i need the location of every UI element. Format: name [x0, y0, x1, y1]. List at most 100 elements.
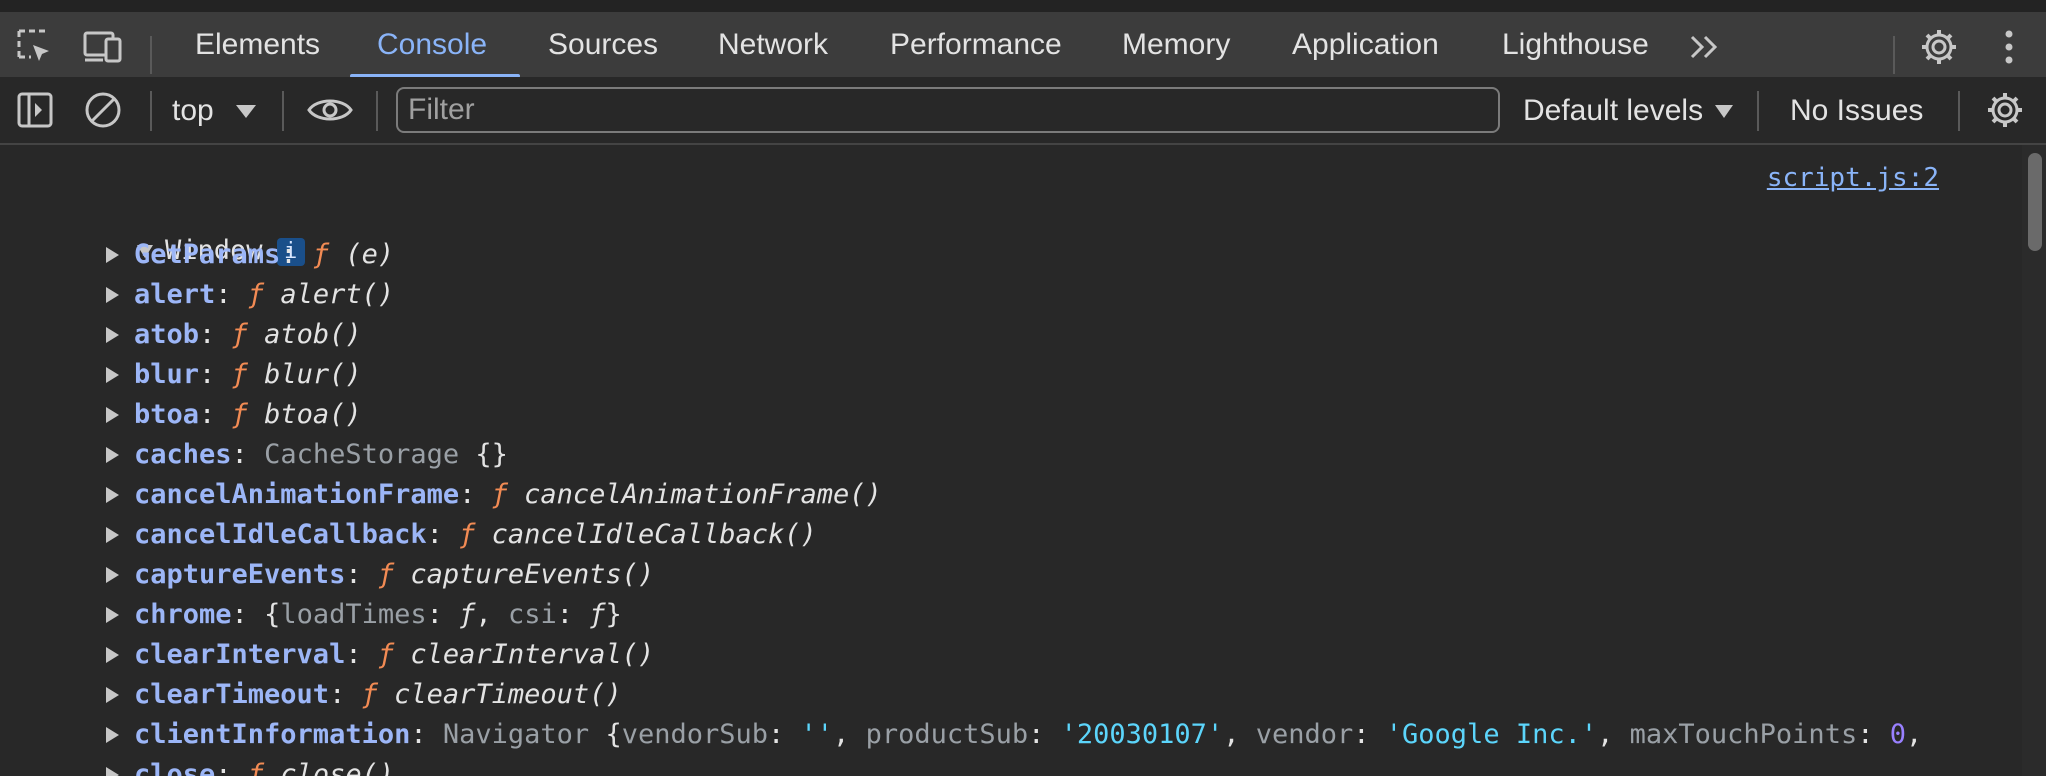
object-property-row[interactable]: cancelAnimationFrame: ƒ cancelAnimationF…	[106, 477, 882, 513]
preview-value: ƒ	[459, 599, 476, 630]
property-value: atob()	[264, 319, 362, 350]
property-key: atob	[134, 319, 200, 350]
collapsed-triangle-icon	[106, 767, 119, 776]
object-property-row[interactable]: caches: CacheStorage {}	[106, 437, 508, 473]
preview-string: '20030107'	[1060, 719, 1224, 750]
function-marker: ƒ	[247, 759, 265, 776]
scrollbar-thumb[interactable]	[2028, 153, 2042, 251]
function-marker: ƒ	[231, 359, 248, 390]
toolbar-divider	[1757, 91, 1759, 131]
function-marker: ƒ	[247, 279, 265, 310]
property-value: (e)	[345, 239, 395, 270]
preview-number: 0	[1889, 719, 1906, 750]
property-value: alert()	[280, 279, 395, 310]
object-property-row[interactable]: clearTimeout: ƒ clearTimeout()	[106, 677, 622, 713]
object-type: CacheStorage	[264, 439, 460, 470]
function-marker: ƒ	[361, 679, 378, 710]
object-property-row[interactable]: clearInterval: ƒ clearInterval()	[106, 637, 654, 673]
toolbar-divider	[150, 91, 152, 131]
issues-counter[interactable]: No Issues	[1790, 77, 1923, 145]
function-marker: ƒ	[231, 319, 248, 350]
property-value: captureEvents()	[410, 559, 655, 590]
property-key: blur	[134, 359, 200, 390]
context-label: top	[172, 94, 214, 127]
more-options-icon[interactable]	[1986, 24, 2032, 70]
preview-string: ''	[800, 719, 834, 750]
collapsed-triangle-icon	[106, 247, 119, 263]
log-levels-dropdown[interactable]: Default levels	[1523, 77, 1734, 145]
function-marker: ƒ	[377, 559, 395, 590]
window-object-header[interactable]: Window i	[72, 197, 305, 266]
preview-key: maxTouchPoints	[1629, 719, 1858, 750]
collapsed-triangle-icon	[106, 727, 119, 743]
context-selector[interactable]: top	[172, 77, 257, 145]
live-expression-eye-icon[interactable]	[307, 87, 353, 133]
function-marker: ƒ	[377, 639, 395, 670]
object-property-row[interactable]: clientInformation: Navigator {vendorSub:…	[106, 717, 1922, 753]
tab-bar-divider	[1893, 36, 1895, 74]
function-marker: ƒ	[459, 519, 476, 550]
filter-input[interactable]	[396, 87, 1500, 133]
log-levels-label: Default levels	[1523, 94, 1704, 127]
toolbar-divider	[282, 91, 284, 131]
console-output: script.js:2 Window i GetParams: ƒ (e) ale…	[0, 145, 2046, 776]
toolbar-divider	[376, 91, 378, 131]
more-tabs-icon[interactable]	[1682, 24, 1728, 70]
object-property-row[interactable]: atob: ƒ atob()	[106, 317, 362, 353]
property-value: blur()	[264, 359, 362, 390]
collapsed-triangle-icon	[106, 407, 119, 423]
object-type: Navigator	[442, 719, 590, 750]
collapsed-triangle-icon	[106, 567, 119, 583]
object-property-row[interactable]: alert: ƒ alert()	[106, 277, 394, 313]
device-toolbar-icon[interactable]	[80, 24, 126, 70]
collapsed-triangle-icon	[106, 687, 119, 703]
console-settings-gear-icon[interactable]	[1982, 87, 2028, 133]
property-value: cancelAnimationFrame()	[524, 479, 882, 510]
collapsed-triangle-icon	[106, 367, 119, 383]
preview-string: 'Google Inc.'	[1385, 719, 1598, 750]
function-marker: ƒ	[231, 399, 248, 430]
property-value: cancelIdleCallback()	[491, 519, 817, 550]
collapsed-triangle-icon	[106, 647, 119, 663]
console-toolbar: top Default levels No Issues	[0, 77, 2046, 145]
console-scrollbar[interactable]	[2022, 145, 2046, 776]
property-key: chrome	[134, 599, 232, 630]
property-key: close	[134, 759, 216, 776]
collapsed-triangle-icon	[106, 527, 119, 543]
property-key: clearTimeout	[134, 679, 330, 710]
object-property-row[interactable]: cancelIdleCallback: ƒ cancelIdleCallback…	[106, 517, 817, 553]
source-link[interactable]: script.js:2	[1767, 163, 1939, 193]
preview-key: csi	[507, 599, 557, 630]
property-key: clearInterval	[134, 639, 346, 670]
property-key: cancelIdleCallback	[134, 519, 427, 550]
clear-console-icon[interactable]	[80, 87, 126, 133]
preview-key: loadTimes	[280, 599, 427, 630]
collapsed-triangle-icon	[106, 607, 119, 623]
property-value: clearInterval()	[410, 639, 655, 670]
dropdown-arrow-icon	[1715, 105, 1734, 119]
property-value: clearTimeout()	[394, 679, 622, 710]
object-property-row[interactable]: btoa: ƒ btoa()	[106, 397, 362, 433]
tab-bar-divider	[150, 36, 152, 74]
property-key: btoa	[134, 399, 200, 430]
property-key: GetParams	[134, 239, 281, 270]
object-property-row[interactable]: GetParams: ƒ (e)	[106, 237, 394, 273]
object-property-row[interactable]: chrome: {loadTimes: ƒ, csi: ƒ}	[106, 597, 622, 633]
object-property-row[interactable]: blur: ƒ blur()	[106, 357, 362, 393]
property-key: clientInformation	[134, 719, 411, 750]
collapsed-triangle-icon	[106, 287, 119, 303]
settings-gear-icon[interactable]	[1916, 24, 1962, 70]
collapsed-triangle-icon	[106, 327, 119, 343]
object-property-row[interactable]: captureEvents: ƒ captureEvents()	[106, 557, 654, 593]
property-value: btoa()	[264, 399, 362, 430]
collapsed-triangle-icon	[106, 447, 119, 463]
inspect-element-icon[interactable]	[12, 24, 58, 70]
sidebar-toggle-icon[interactable]	[12, 87, 58, 133]
object-property-row[interactable]: close: ƒ close()	[106, 757, 394, 776]
devtools-tab-bar: Elements Console Sources Network Perform…	[0, 0, 2046, 89]
function-marker: ƒ	[312, 239, 330, 270]
preview-key: productSub	[865, 719, 1029, 750]
property-value: {}	[475, 439, 508, 470]
function-marker: ƒ	[491, 479, 508, 510]
preview-key: vendorSub	[621, 719, 769, 750]
